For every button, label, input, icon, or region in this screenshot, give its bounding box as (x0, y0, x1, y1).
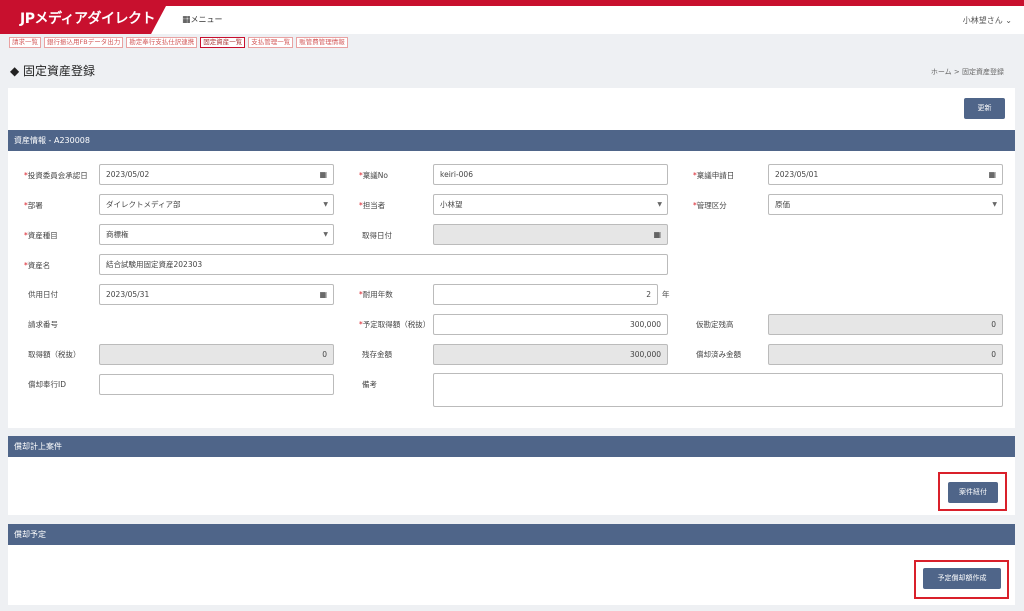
top-bar: JPメディアダイレクト ▦メニュー 小林望さん ⌄ (0, 0, 1024, 34)
mgmt-category-select[interactable]: 原価 ▼ (768, 194, 1003, 215)
invoice-no-label: 請求番号 (28, 320, 58, 329)
investment-date-label: *投資委員会承認日 (24, 171, 88, 180)
bugyo-id-input[interactable] (99, 374, 334, 395)
menu-label: メニュー (190, 15, 223, 24)
mgmt-category-label: *管理区分 (693, 201, 727, 210)
calendar-icon[interactable]: ▦ (319, 285, 327, 304)
ringi-no-label: *稟議No (359, 171, 388, 180)
calendar-icon[interactable]: ▦ (319, 165, 327, 184)
update-button[interactable]: 更新 (964, 98, 1005, 119)
acquisition-date-input: ▦ (433, 224, 668, 245)
service-date-input[interactable]: 2023/05/31 ▦ (99, 284, 334, 305)
provisional-balance-input: 0 (768, 314, 1003, 335)
tab-fixed-asset-list[interactable]: 固定資産一覧 (200, 37, 246, 48)
asset-type-label: *資産種目 (24, 231, 58, 240)
tab-fb-data-export[interactable]: 銀行振込用FBデータ出力 (44, 37, 124, 48)
calendar-icon[interactable]: ▦ (988, 165, 996, 184)
acquisition-cost-label: 取得額（税抜） (28, 350, 81, 359)
planned-cost-label: *予定取得額（税抜） (359, 320, 431, 329)
ringi-no-input[interactable]: keiri-006 (433, 164, 668, 185)
brand-stripe (0, 0, 1024, 6)
department-label: *部署 (24, 201, 43, 210)
depreciation-case-panel (8, 457, 1015, 515)
menu-button[interactable]: ▦メニュー (182, 14, 223, 25)
remarks-textarea[interactable] (433, 373, 1003, 407)
create-depreciation-button[interactable]: 予定償却額作成 (923, 568, 1001, 589)
grid-icon: ▦ (182, 15, 191, 25)
acquisition-date-label: 取得日付 (362, 231, 392, 240)
remarks-label: 備考 (362, 380, 377, 389)
depreciation-plan-panel (8, 545, 1015, 605)
chevron-down-icon: ▼ (323, 201, 328, 208)
tab-payment-list[interactable]: 支払管理一覧 (248, 37, 294, 48)
asset-section-header: 資産情報 - A230008 (8, 130, 1015, 151)
calendar-icon: ▦ (653, 230, 661, 239)
service-date-label: 供用日付 (28, 290, 58, 299)
chevron-down-icon: ▼ (323, 231, 328, 238)
residual-amount-input: 300,000 (433, 344, 668, 365)
ringi-date-label: *稟議申請日 (693, 171, 735, 180)
user-menu[interactable]: 小林望さん ⌄ (963, 15, 1012, 26)
asset-name-input[interactable]: 結合試験用固定資産202303 (99, 254, 668, 275)
quick-links: 請求一覧 銀行振込用FBデータ出力 勘定奉行支払仕訳連携 固定資産一覧 支払管理… (9, 37, 348, 48)
tab-sga-info[interactable]: 販管費管理情報 (296, 37, 348, 48)
department-select[interactable]: ダイレクトメディア部 ▼ (99, 194, 334, 215)
provisional-balance-label: 仮勘定残高 (696, 320, 734, 329)
app-logo[interactable]: JPメディアダイレクト (0, 6, 166, 34)
residual-amount-label: 残存金額 (362, 350, 392, 359)
chevron-down-icon: ▼ (992, 201, 997, 208)
depreciated-amount-input: 0 (768, 344, 1003, 365)
acquisition-cost-input: 0 (99, 344, 334, 365)
breadcrumb[interactable]: ホーム > 固定資産登録 (931, 67, 1004, 77)
planned-cost-input[interactable]: 300,000 (433, 314, 668, 335)
useful-life-label: *耐用年数 (359, 290, 393, 299)
ringi-date-input[interactable]: 2023/05/01 ▦ (768, 164, 1003, 185)
link-case-button[interactable]: 案件紐付 (948, 482, 998, 503)
page-title-text: 固定資産登録 (23, 64, 96, 78)
useful-life-input[interactable]: 2 (433, 284, 658, 305)
bugyo-id-label: 償却奉行ID (28, 380, 66, 389)
page-title: ◆ 固定資産登録 (10, 64, 96, 78)
useful-life-unit: 年 (662, 290, 670, 299)
tab-invoice-list[interactable]: 請求一覧 (9, 37, 41, 48)
asset-name-label: *資産名 (24, 261, 51, 270)
person-label: *担当者 (359, 201, 386, 210)
tab-bugyo-journal[interactable]: 勘定奉行支払仕訳連携 (126, 37, 198, 48)
depreciation-plan-header: 償却予定 (8, 524, 1015, 545)
chevron-down-icon: ▼ (657, 201, 662, 208)
depreciated-amount-label: 償却済み金額 (696, 350, 741, 359)
asset-type-select[interactable]: 商標権 ▼ (99, 224, 334, 245)
investment-date-input[interactable]: 2023/05/02 ▦ (99, 164, 334, 185)
action-panel (8, 88, 1015, 130)
person-select[interactable]: 小林望 ▼ (433, 194, 668, 215)
depreciation-case-header: 償却計上案件 (8, 436, 1015, 457)
